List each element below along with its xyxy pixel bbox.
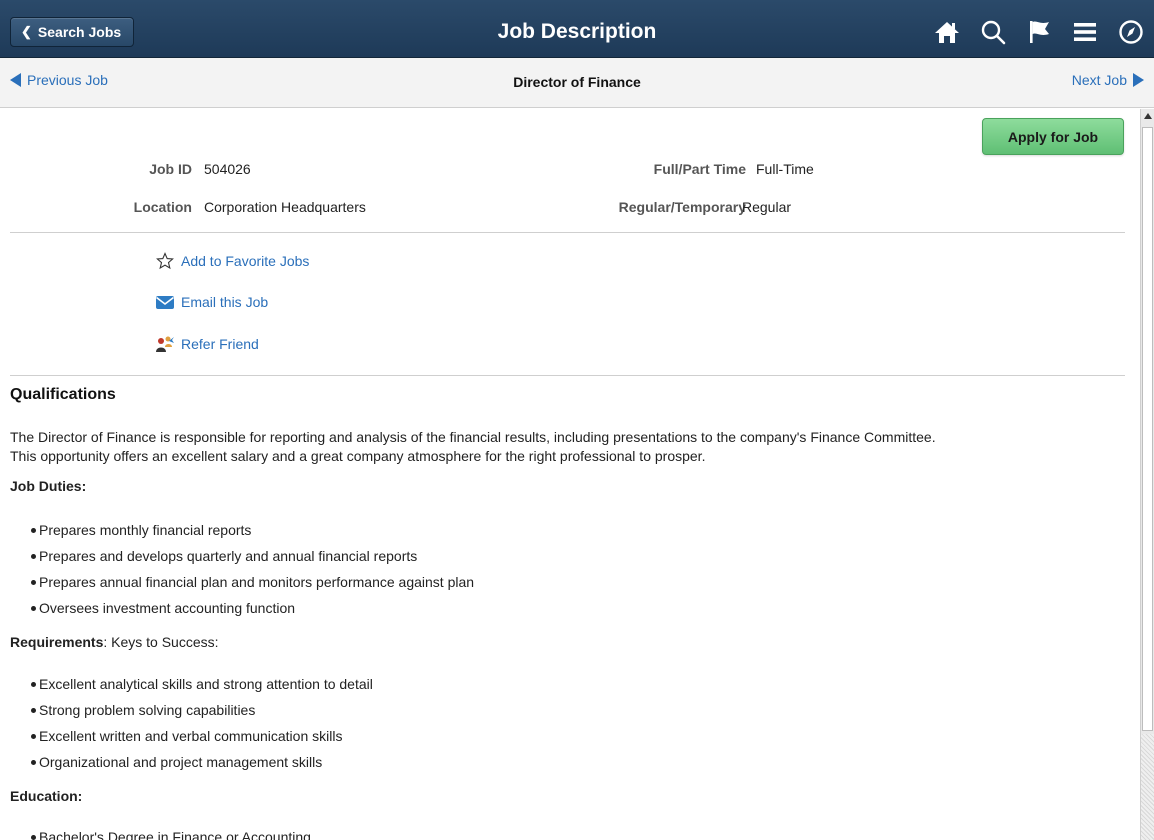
list-item: Oversees investment accounting function — [10, 595, 1110, 621]
star-icon — [155, 252, 175, 270]
refer-people-icon — [155, 335, 175, 353]
description-line: This opportunity offers an excellent sal… — [10, 448, 706, 464]
list-item: Bachelor's Degree in Finance or Accounti… — [10, 824, 1110, 840]
requirements-heading: Requirements: Keys to Success: — [10, 634, 219, 650]
email-this-job-link[interactable]: Email this Job — [155, 293, 268, 311]
refer-friend-link[interactable]: Refer Friend — [155, 335, 259, 353]
add-to-favorite-jobs-link[interactable]: Add to Favorite Jobs — [155, 252, 309, 270]
scrollbar-thumb[interactable] — [1142, 127, 1153, 731]
qualifications-heading: Qualifications — [10, 386, 116, 403]
job-description-paragraph: The Director of Finance is responsible f… — [10, 428, 1125, 466]
job-duties-heading: Job Duties: — [10, 478, 87, 494]
vertical-scrollbar[interactable] — [1140, 109, 1154, 840]
education-heading: Education: — [10, 788, 83, 804]
location-value: Corporation Headquarters — [204, 199, 366, 215]
regular-temporary-label: Regular/Temporary — [618, 199, 746, 215]
requirements-list: Excellent analytical skills and strong a… — [10, 671, 1110, 775]
list-item: Strong problem solving capabilities — [10, 697, 1110, 723]
divider — [10, 232, 1125, 233]
full-part-time-value: Full-Time — [756, 161, 814, 177]
full-part-time-label: Full/Part Time — [653, 161, 746, 177]
list-item: Prepares annual financial plan and monit… — [10, 569, 1110, 595]
top-banner: ❮ Search Jobs Job Description — [0, 0, 1154, 58]
triangle-left-icon — [10, 73, 21, 87]
email-this-job-label: Email this Job — [181, 294, 269, 310]
list-item: Organizational and project management sk… — [10, 749, 1110, 775]
list-item: Prepares monthly financial reports — [10, 517, 1110, 543]
job-duties-list: Prepares monthly financial reports Prepa… — [10, 517, 1110, 621]
previous-job-link[interactable]: Previous Job — [10, 72, 108, 88]
envelope-icon — [155, 293, 175, 311]
list-item: Excellent written and verbal communicati… — [10, 723, 1110, 749]
description-line: The Director of Finance is responsible f… — [10, 429, 936, 445]
list-item: Excellent analytical skills and strong a… — [10, 671, 1110, 697]
search-icon[interactable] — [978, 18, 1008, 46]
banner-icon-bar — [932, 18, 1146, 46]
back-button-label: Search Jobs — [37, 24, 122, 40]
refer-friend-label: Refer Friend — [181, 336, 259, 352]
search-jobs-back-button[interactable]: ❮ Search Jobs — [10, 17, 135, 47]
previous-job-label: Previous Job — [27, 72, 108, 88]
divider — [10, 375, 1125, 376]
triangle-right-icon — [1133, 73, 1144, 87]
scrollbar-track[interactable] — [1141, 734, 1154, 840]
location-label: Location — [133, 199, 192, 215]
regular-temporary-value: Regular — [742, 199, 792, 215]
chevron-left-icon: ❮ — [21, 24, 32, 39]
flag-icon[interactable] — [1024, 18, 1054, 46]
job-id-value: 504026 — [204, 161, 251, 177]
add-to-favorite-jobs-label: Add to Favorite Jobs — [181, 253, 310, 269]
list-item: Prepares and develops quarterly and annu… — [10, 543, 1110, 569]
next-job-label: Next Job — [1071, 72, 1127, 88]
apply-for-job-button[interactable]: Apply for Job — [982, 118, 1124, 155]
next-job-link[interactable]: Next Job — [1072, 72, 1144, 88]
job-id-label: Job ID — [149, 161, 192, 177]
menu-icon[interactable] — [1070, 18, 1100, 46]
compass-icon[interactable] — [1116, 18, 1146, 46]
education-list: Bachelor's Degree in Finance or Accounti… — [10, 824, 1110, 840]
job-title: Director of Finance — [513, 74, 641, 90]
job-detail-content: Apply for Job Job ID 504026 Location Cor… — [0, 109, 1140, 840]
home-icon[interactable] — [932, 18, 962, 46]
job-navigation-bar: Previous Job Director of Finance Next Jo… — [0, 58, 1154, 108]
scroll-up-arrow-icon[interactable] — [1141, 109, 1154, 123]
